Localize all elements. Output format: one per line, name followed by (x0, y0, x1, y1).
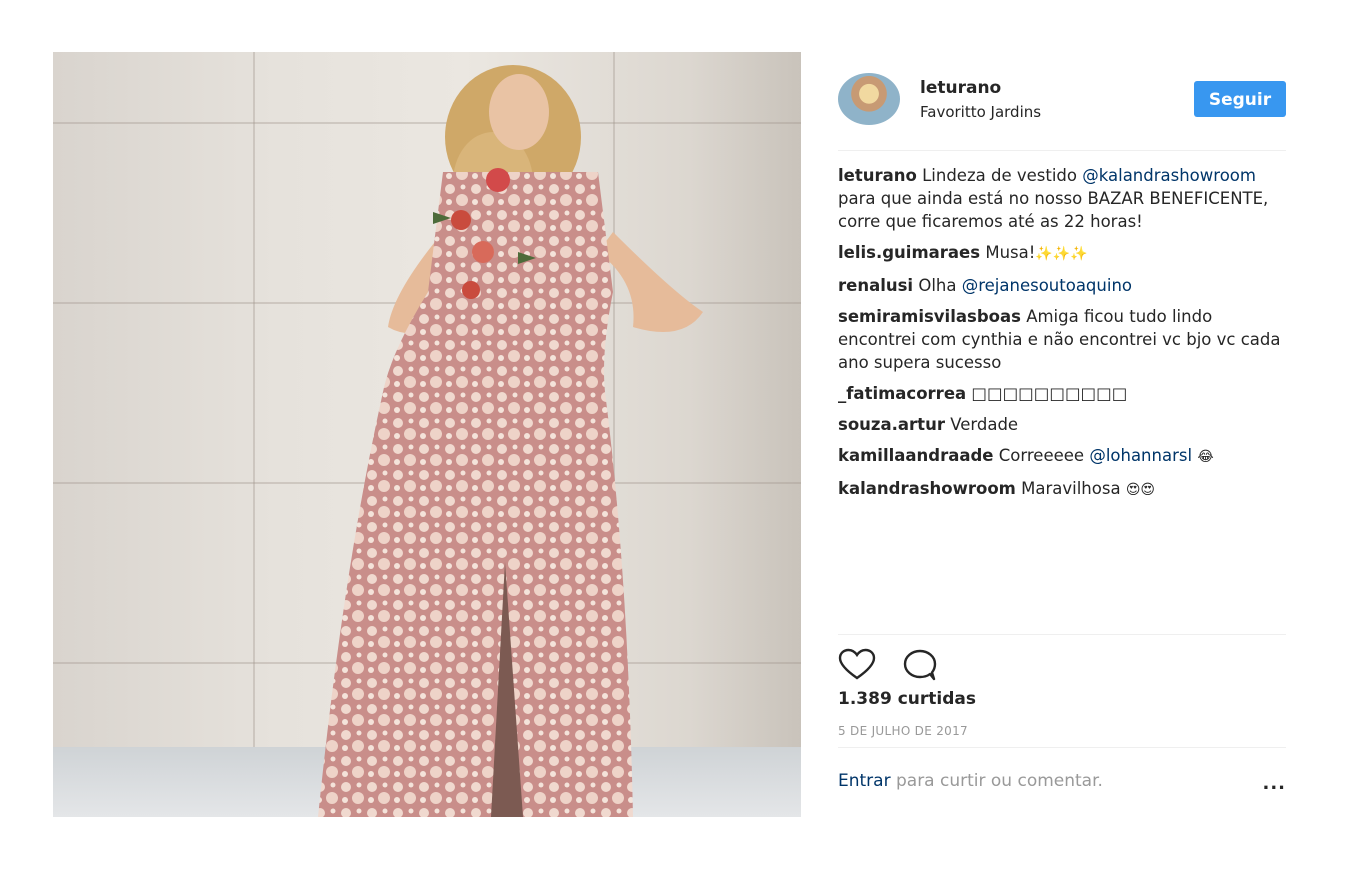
login-prompt: Entrar para curtir ou comentar. (838, 771, 1103, 791)
location-link[interactable]: Favoritto Jardins (920, 103, 1041, 121)
heart-eyes-emoji: 😍😍 (1125, 482, 1156, 498)
username-link[interactable]: leturano (920, 78, 1001, 98)
comment-bubble-icon[interactable] (900, 648, 940, 682)
comment-text: Verdade (950, 415, 1019, 434)
comment-author[interactable]: _fatimacorrea (838, 384, 966, 403)
comment-text: para que ainda está no nosso BAZAR BENEF… (838, 189, 1269, 231)
post-image[interactable] (53, 52, 801, 817)
comment-text: Musa! (985, 243, 1036, 262)
comment-author[interactable]: lelis.guimaraes (838, 243, 980, 262)
sparkles-emoji: ✨✨✨ (1035, 246, 1088, 262)
ellipsis-icon[interactable]: ... (1262, 773, 1286, 794)
comment-list: leturano Lindeza de vestido @kalandrasho… (838, 164, 1286, 510)
list-item: _fatimacorrea □□□□□□□□□□ (838, 382, 1286, 405)
comment-text: Lindeza de vestido (922, 166, 1083, 185)
follow-button[interactable]: Seguir (1194, 81, 1286, 117)
comment-author[interactable]: kalandrashowroom (838, 479, 1016, 498)
comment-author[interactable]: kamillaandraade (838, 446, 994, 465)
comment-author[interactable]: souza.artur (838, 415, 945, 434)
list-item: lelis.guimaraes Musa!✨✨✨ (838, 241, 1286, 266)
list-item: renalusi Olha @rejanesoutoaquino (838, 274, 1286, 297)
list-item: kamillaandraade Correeeee @lohannarsl 😂 (838, 444, 1286, 469)
comment-author[interactable]: leturano (838, 166, 917, 185)
avatar[interactable] (838, 73, 900, 125)
divider (838, 747, 1286, 748)
laughing-emoji: 😂 (1197, 449, 1214, 465)
post-header: leturano Favoritto Jardins Seguir (838, 70, 1286, 151)
comment-text: □□□□□□□□□□ (971, 384, 1128, 403)
mention-link[interactable]: @rejanesoutoaquino (962, 276, 1132, 295)
comment-text: Maravilhosa (1021, 479, 1126, 498)
comment-text: Correeeee (998, 446, 1090, 465)
heart-icon[interactable] (838, 648, 878, 682)
mention-link[interactable]: @lohannarsl (1089, 446, 1192, 465)
comment-text: Olha (918, 276, 962, 295)
caption: leturano Lindeza de vestido @kalandrasho… (838, 164, 1286, 233)
post-date[interactable]: 5 DE JULHO DE 2017 (838, 724, 968, 738)
list-item: kalandrashowroom Maravilhosa 😍😍 (838, 477, 1286, 502)
login-link[interactable]: Entrar (838, 771, 891, 791)
comment-author[interactable]: renalusi (838, 276, 913, 295)
post-sidebar: leturano Favoritto Jardins Seguir letura… (838, 0, 1286, 870)
list-item: semiramisvilasboas Amiga ficou tudo lind… (838, 305, 1286, 374)
divider (838, 634, 1286, 635)
list-item: souza.artur Verdade (838, 413, 1286, 436)
mention-link[interactable]: @kalandrashowroom (1082, 166, 1256, 185)
login-prompt-text: para curtir ou comentar. (890, 771, 1103, 791)
woman-figure (318, 65, 703, 817)
likes-count[interactable]: 1.389 curtidas (838, 689, 976, 709)
comment-author[interactable]: semiramisvilasboas (838, 307, 1021, 326)
